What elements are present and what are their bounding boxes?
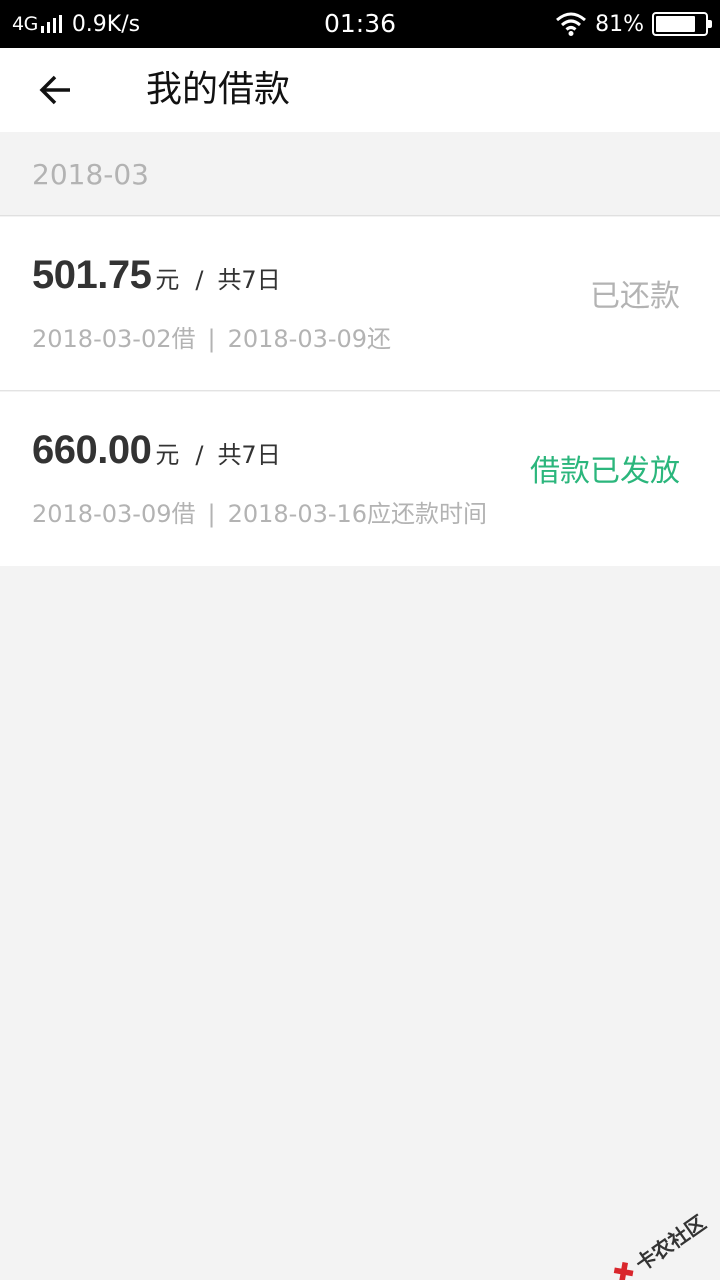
loan-status: 已还款	[590, 279, 680, 314]
back-button[interactable]	[30, 64, 82, 116]
loan-amount-row: 660.00 元 / 共7日	[32, 428, 281, 472]
top-nav-bar: 我的借款	[0, 48, 720, 132]
battery-level	[656, 16, 695, 32]
loan-amount: 501.75	[32, 253, 152, 297]
status-bar: 4G 0.9K/s 01:36 81%	[0, 0, 720, 48]
loan-item[interactable]: 501.75 元 / 共7日 2018-03-02借 | 2018-03-09还 已…	[0, 217, 720, 391]
month-label: 2018-03	[32, 158, 149, 191]
loan-item[interactable]: 660.00 元 / 共7日 2018-03-09借 | 2018-03-16应还款…	[0, 392, 720, 566]
separator: /	[195, 266, 204, 294]
status-bar-right: 81%	[555, 9, 712, 39]
loan-status: 借款已发放	[530, 454, 680, 489]
currency-unit: 元	[155, 266, 180, 294]
arrow-left-icon	[39, 75, 70, 105]
borrow-date: 2018-03-02借	[32, 325, 196, 353]
loan-term: 共7日	[217, 266, 281, 294]
month-section-header: 2018-03	[0, 132, 720, 216]
loan-dates: 2018-03-09借 | 2018-03-16应还款时间	[32, 494, 487, 529]
due-date: 2018-03-09还	[227, 325, 392, 353]
loan-amount: 660.00	[32, 428, 152, 472]
loan-dates: 2018-03-02借 | 2018-03-09还	[32, 319, 391, 354]
loan-term: 共7日	[217, 441, 281, 469]
date-divider: |	[207, 325, 216, 353]
watermark: ✖ 卡农社区	[607, 1206, 711, 1280]
separator: /	[195, 441, 204, 469]
battery-icon	[652, 12, 712, 36]
date-divider: |	[207, 500, 216, 528]
wifi-icon	[556, 12, 587, 36]
page-title: 我的借款	[146, 69, 291, 110]
currency-unit: 元	[155, 441, 180, 469]
loan-amount-row: 501.75 元 / 共7日	[32, 253, 281, 297]
battery-percent: 81%	[595, 11, 644, 37]
due-date: 2018-03-16应还款时间	[227, 500, 488, 528]
watermark-text: 卡农社区	[630, 1210, 711, 1276]
borrow-date: 2018-03-09借	[32, 500, 196, 528]
